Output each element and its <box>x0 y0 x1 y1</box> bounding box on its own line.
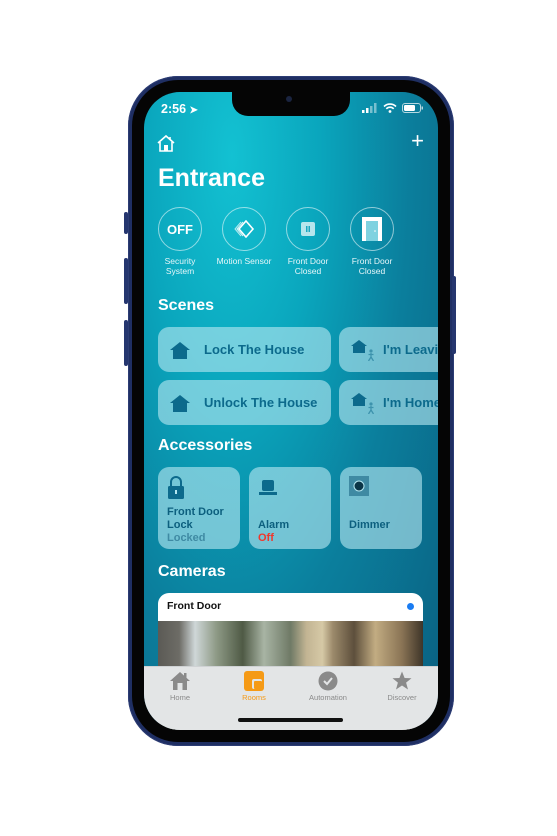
cameras-heading: Cameras <box>158 563 226 580</box>
status-front-door-1[interactable]: Front Door Closed <box>285 207 331 276</box>
door-closed-icon <box>362 217 382 241</box>
volume-up-button <box>124 258 128 304</box>
house-icon <box>170 394 190 412</box>
accessory-alarm[interactable]: Alarm Off <box>249 467 331 549</box>
scene-im-home[interactable]: I'm Home <box>339 380 438 425</box>
status-time: 2:56 ➤ <box>161 102 198 116</box>
accessory-state: Off <box>258 532 274 544</box>
room-title: Entrance <box>158 164 265 192</box>
wifi-icon <box>383 103 397 113</box>
accessory-state: Locked <box>167 532 206 544</box>
accessories-heading: Accessories <box>158 437 253 454</box>
location-arrow-icon: ➤ <box>189 105 198 116</box>
camera-name: Front Door <box>167 600 222 612</box>
status-front-door-2[interactable]: Front Door Closed <box>349 207 395 276</box>
status-security-system[interactable]: OFF Security System <box>157 207 203 276</box>
scene-unlock-the-house[interactable]: Unlock The House <box>158 380 331 425</box>
rooms-icon <box>244 671 264 691</box>
house-icon <box>170 341 190 359</box>
notch <box>232 92 350 116</box>
clock-check-icon <box>318 671 338 691</box>
live-indicator-dot <box>407 602 414 610</box>
house-outline-icon[interactable] <box>156 134 176 157</box>
tab-discover[interactable]: Discover <box>372 671 432 702</box>
status-row: OFF Security System Motion Sensor Front D… <box>157 207 395 276</box>
accessory-dimmer[interactable]: Dimmer <box>340 467 422 549</box>
door-closed-small-icon <box>301 222 315 236</box>
security-status-badge: OFF <box>158 207 202 251</box>
star-icon <box>392 671 412 690</box>
add-button[interactable]: + <box>411 130 424 152</box>
battery-icon <box>402 103 423 113</box>
front-camera <box>286 96 292 102</box>
motion-sensor-icon <box>234 220 255 238</box>
tab-bar: Home Rooms Automation Discover <box>144 666 438 730</box>
tab-automation[interactable]: Automation <box>298 671 358 702</box>
alarm-siren-icon <box>258 476 278 503</box>
home-indicator[interactable] <box>238 718 343 722</box>
tab-home[interactable]: Home <box>150 671 210 702</box>
tab-rooms[interactable]: Rooms <box>224 671 284 702</box>
accessory-front-door-lock[interactable]: Front Door Lock Locked <box>158 467 240 549</box>
signal-icon <box>362 103 377 113</box>
power-button <box>452 276 456 354</box>
plus-icon: + <box>411 128 424 153</box>
status-motion-sensor[interactable]: Motion Sensor <box>217 207 271 276</box>
scene-im-leaving[interactable]: I'm Leaving <box>339 327 438 372</box>
padlock-icon <box>167 476 185 505</box>
dimmer-switch-icon <box>349 476 369 501</box>
scene-lock-the-house[interactable]: Lock The House <box>158 327 331 372</box>
house-tab-icon <box>170 672 190 690</box>
house-person-icon <box>351 339 375 361</box>
house-person-icon <box>351 392 375 414</box>
status-icons <box>362 103 424 113</box>
silent-switch <box>124 212 128 234</box>
volume-down-button <box>124 320 128 366</box>
screen: 2:56 ➤ + Entrance OFF Security System Mot… <box>144 92 438 730</box>
scenes-heading: Scenes <box>158 297 215 314</box>
